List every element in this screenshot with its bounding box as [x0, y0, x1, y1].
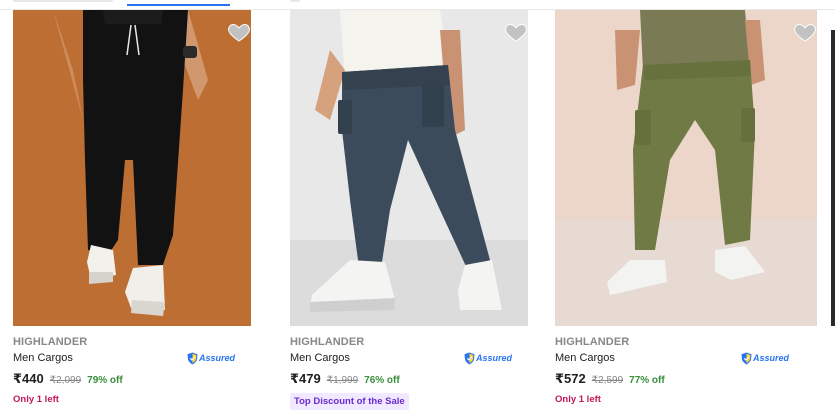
selling-price: ₹440: [13, 371, 44, 386]
wishlist-heart-icon[interactable]: [793, 20, 817, 44]
discount-percent: 77% off: [629, 375, 665, 386]
assured-badge: Assured: [741, 351, 789, 365]
price-row: ₹440 ₹2,099 79% off: [13, 371, 123, 387]
shield-icon: [741, 352, 752, 364]
cropped-text: [13, 0, 113, 2]
assured-label: Assured: [753, 353, 790, 363]
sale-tag: Top Discount of the Sale: [290, 393, 409, 410]
assured-badge: Assured: [187, 351, 235, 365]
product-title[interactable]: Men Cargos: [13, 352, 73, 364]
shield-icon: [464, 352, 475, 364]
product-image[interactable]: [290, 10, 528, 326]
discount-percent: 76% off: [364, 375, 400, 386]
assured-badge: Assured: [464, 351, 512, 365]
top-strip: [0, 0, 835, 10]
product-card[interactable]: HIGHLANDER Men Cargos Assured ₹440 ₹2,09…: [13, 10, 251, 417]
product-title[interactable]: Men Cargos: [555, 352, 615, 364]
selling-price: ₹572: [555, 371, 586, 386]
price-row: ₹572 ₹2,599 77% off: [555, 371, 665, 387]
price-row: ₹479 ₹1,999 76% off: [290, 371, 400, 387]
product-image[interactable]: [13, 10, 251, 326]
cropped-text: [290, 0, 300, 2]
original-price: ₹1,999: [326, 375, 359, 386]
product-brand: HIGHLANDER: [13, 336, 88, 348]
shield-icon: [187, 352, 198, 364]
product-card[interactable]: HIGHLANDER Men Cargos Assured ₹572 ₹2,59…: [555, 10, 817, 417]
stock-note: Only 1 left: [555, 394, 601, 405]
assured-label: Assured: [476, 353, 513, 363]
stock-note: Only 1 left: [13, 394, 59, 405]
product-title[interactable]: Men Cargos: [290, 352, 350, 364]
product-brand: HIGHLANDER: [290, 336, 365, 348]
discount-percent: 79% off: [87, 375, 123, 386]
assured-label: Assured: [199, 353, 236, 363]
product-image[interactable]: [555, 10, 817, 326]
wishlist-heart-icon[interactable]: [227, 20, 251, 44]
next-card-edge: [831, 30, 835, 326]
selling-price: ₹479: [290, 371, 321, 386]
cropped-link-underline[interactable]: [127, 4, 230, 6]
original-price: ₹2,599: [591, 375, 624, 386]
wishlist-heart-icon[interactable]: [504, 20, 528, 44]
product-card[interactable]: HIGHLANDER Men Cargos Assured ₹479 ₹1,99…: [290, 10, 528, 417]
original-price: ₹2,099: [49, 375, 82, 386]
product-brand: HIGHLANDER: [555, 336, 630, 348]
